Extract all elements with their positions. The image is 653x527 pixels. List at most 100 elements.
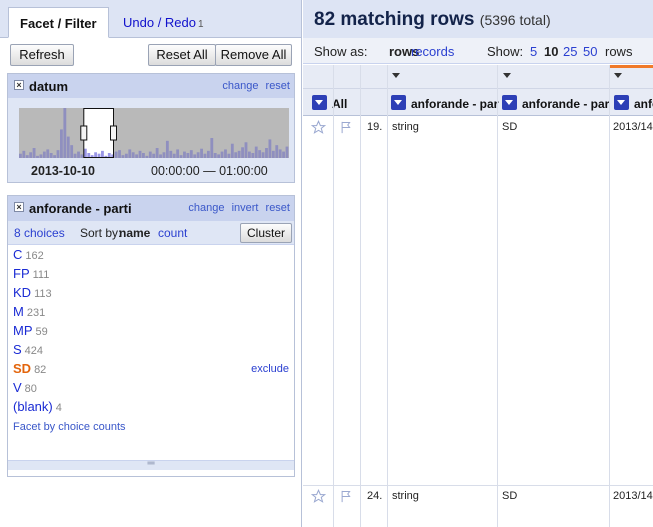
column-header-all: All (332, 97, 348, 111)
column-header[interactable]: anforande - part (522, 97, 610, 111)
choice-label: C (13, 247, 23, 262)
sort-name-option[interactable]: name (119, 226, 150, 240)
reset-all-button[interactable]: Reset All (148, 44, 216, 66)
histogram-bar (118, 150, 121, 158)
histogram-area: 2013-10-10 00:00:00 — 01:00:00 (8, 98, 294, 182)
page-size-10[interactable]: 10 (544, 44, 558, 59)
histogram-bar (29, 152, 33, 158)
table-cell[interactable]: SD (502, 121, 517, 133)
close-icon[interactable]: × (14, 202, 24, 212)
histogram-bar (254, 146, 258, 158)
histogram-bar (217, 154, 221, 158)
resize-handle[interactable]: ═ (8, 459, 294, 470)
histogram-bar (70, 145, 74, 158)
choice-count: 424 (24, 345, 44, 357)
choice-count: 111 (32, 269, 50, 281)
histogram-bar (142, 153, 145, 158)
table-cell[interactable]: string (392, 490, 419, 502)
tab-facet-filter[interactable]: Facet / Filter (8, 7, 109, 38)
histogram-selection[interactable] (83, 108, 114, 158)
table-cell[interactable]: SD (502, 490, 517, 502)
cluster-button[interactable]: Cluster (240, 223, 292, 243)
remove-all-button[interactable]: Remove All (215, 44, 292, 66)
histogram-bar (19, 153, 22, 158)
histogram-bar (247, 151, 251, 158)
column-menu-icon[interactable] (391, 95, 406, 110)
histogram-bar (145, 155, 149, 158)
star-icon[interactable] (311, 489, 326, 504)
choice-item[interactable]: KD 113 (13, 285, 52, 300)
histogram-bar (49, 153, 53, 158)
choice-item[interactable]: S 424 (13, 342, 43, 357)
close-icon[interactable]: × (14, 80, 24, 90)
table-cell[interactable]: 2013/14 (613, 490, 653, 502)
star-icon[interactable] (311, 120, 326, 135)
page-size-25[interactable]: 25 (563, 44, 577, 59)
table-cell[interactable]: string (392, 121, 419, 133)
column-header[interactable]: anfo (634, 97, 653, 111)
histogram-bar (155, 148, 159, 158)
histogram-bar (56, 150, 60, 158)
header-row: All anforande - part anforande - part an… (303, 89, 653, 116)
choice-list: C 162 FP 111 KD 113 M 231 MP 59 S 424 SD 82 exc… (8, 244, 294, 460)
choice-item-selected[interactable]: SD 82 (13, 361, 46, 376)
page-size-5[interactable]: 5 (530, 44, 537, 59)
refresh-button[interactable]: Refresh (10, 44, 74, 66)
histogram-bar (172, 153, 176, 158)
histogram-bar (114, 151, 118, 158)
sort-count-link[interactable]: count (158, 226, 187, 240)
histogram-bar (200, 148, 203, 158)
time-facet-reset-link[interactable]: reset (266, 80, 290, 92)
histogram-bar (230, 143, 234, 158)
histogram-bar (237, 150, 241, 158)
choice-label: (blank) (13, 399, 53, 414)
table-cell[interactable]: 2013/14 (613, 121, 653, 133)
histogram-handle-right[interactable] (110, 125, 117, 141)
records-mode-link[interactable]: records (411, 44, 454, 59)
all-column-menu-icon[interactable] (312, 95, 327, 110)
flag-icon[interactable] (339, 489, 354, 504)
list-facet-links: change invert reset (184, 202, 290, 214)
choice-item[interactable]: C 162 (13, 247, 44, 262)
choice-count: 4 (55, 402, 62, 414)
histogram-bar (121, 155, 125, 158)
choices-count-link[interactable]: 8 choices (14, 226, 65, 240)
histogram-bar (42, 151, 46, 158)
flag-icon[interactable] (339, 120, 354, 135)
choice-item[interactable]: FP 111 (13, 266, 49, 281)
list-facet-invert-link[interactable]: invert (232, 202, 259, 214)
list-facet-title: anforande - parti (29, 201, 132, 216)
exclude-link[interactable]: exclude (251, 363, 289, 375)
histogram-bar (63, 108, 67, 158)
histogram[interactable] (19, 108, 289, 158)
choice-item[interactable]: (blank) 4 (13, 399, 62, 414)
histogram-handle-left[interactable] (80, 125, 88, 141)
column-menu-icon[interactable] (614, 95, 629, 110)
choice-label: S (13, 342, 22, 357)
column-header[interactable]: anforande - part (411, 97, 499, 111)
choice-item[interactable]: M 231 (13, 304, 45, 319)
chevron-down-icon[interactable] (614, 73, 622, 78)
list-facet-reset-link[interactable]: reset (266, 202, 290, 214)
histogram-bar (241, 147, 244, 158)
choice-label: M (13, 304, 24, 319)
facet-panel: Refresh Reset All Remove All × datum cha… (0, 38, 301, 527)
tab-undo-redo[interactable]: Undo / Redo 1 (112, 7, 215, 38)
facet-by-choice-counts-link[interactable]: Facet by choice counts (13, 421, 126, 433)
histogram-bar (53, 155, 56, 158)
chevron-down-icon[interactable] (392, 73, 400, 78)
histogram-bar (278, 149, 282, 158)
choice-count: 80 (24, 383, 37, 395)
histogram-bar (189, 150, 193, 158)
show-label: Show: (487, 44, 524, 59)
page-size-50[interactable]: 50 (583, 44, 597, 59)
choice-item[interactable]: MP 59 (13, 323, 48, 338)
left-tabs: Facet / Filter Undo / Redo 1 (0, 0, 301, 38)
data-table: All anforande - part anforande - part an… (303, 65, 653, 527)
column-menu-icon[interactable] (502, 95, 517, 110)
choice-count: 113 (34, 288, 52, 300)
chevron-down-icon[interactable] (503, 73, 511, 78)
time-facet-change-link[interactable]: change (222, 80, 258, 92)
list-facet-change-link[interactable]: change (188, 202, 224, 214)
choice-item[interactable]: V 80 (13, 380, 37, 395)
